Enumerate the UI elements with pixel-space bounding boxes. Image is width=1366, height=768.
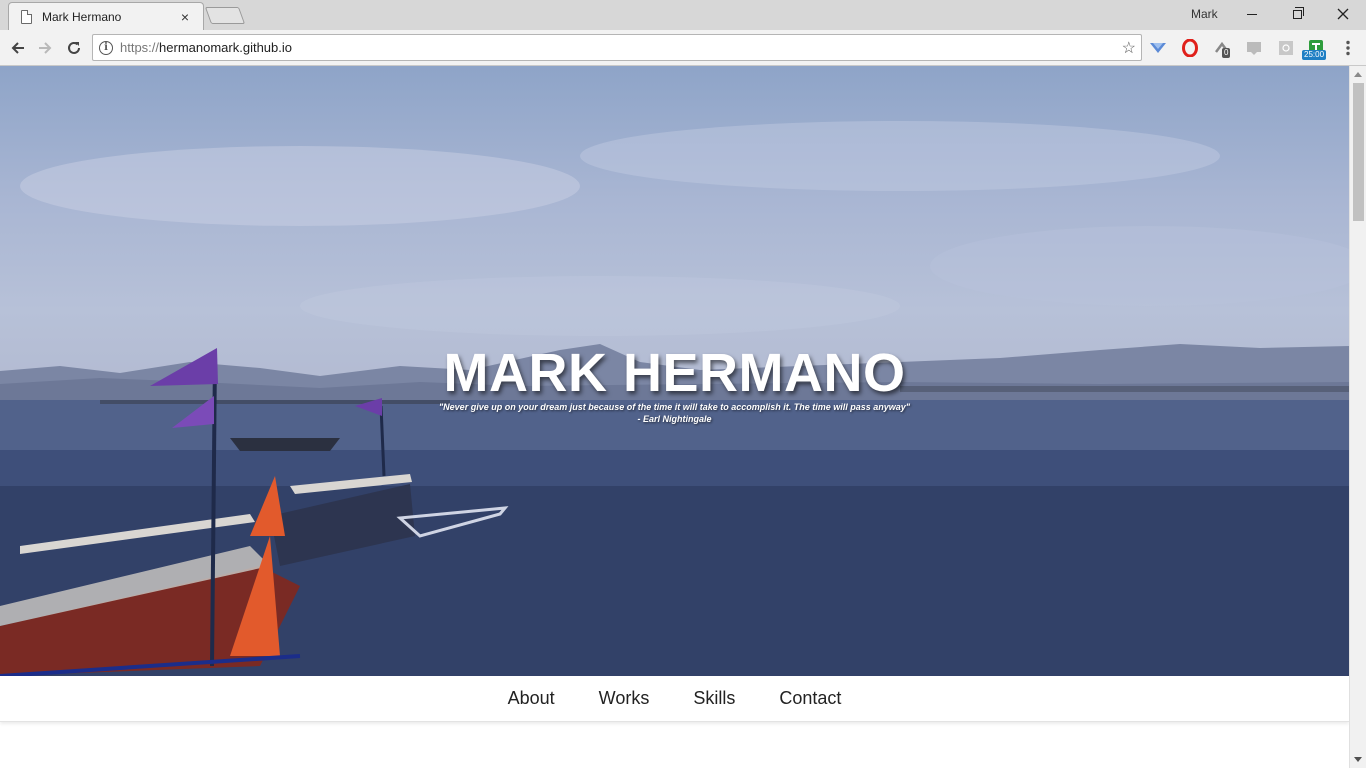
react-extension-icon[interactable] [1276,38,1296,58]
hero-quote: "Never give up on your dream just becaus… [438,402,911,412]
css-extension-icon[interactable] [1244,38,1264,58]
reload-button[interactable] [62,36,86,60]
arrow-left-icon [11,42,24,54]
timer-badge: 25:00 [1302,50,1327,60]
tab-title: Mark Hermano [42,9,122,24]
back-button[interactable] [6,36,30,60]
nav-link-skills[interactable]: Skills [693,688,735,709]
reload-icon [68,41,80,54]
bookmark-star-icon[interactable]: ☆ [1122,38,1136,58]
kebab-menu-icon [1346,40,1350,56]
opera-extension-icon[interactable] [1180,38,1200,58]
restore-button[interactable] [1287,4,1307,24]
vpn-extension-icon[interactable] [1148,38,1168,58]
scrollbar-thumb[interactable] [1353,83,1364,221]
hero-section: MARK HERMANO "Never give up on your drea… [0,66,1349,676]
forward-button[interactable] [33,36,57,60]
url-host: hermanomark.github.io [159,40,292,55]
sync-extension-icon[interactable]: 0 [1212,38,1232,58]
timer-extension-icon[interactable]: 25:00 [1302,38,1327,60]
nav-link-works[interactable]: Works [599,688,650,709]
page-viewport: MARK HERMANO "Never give up on your drea… [0,66,1349,768]
extension-badge: 0 [1222,48,1231,58]
new-tab-button[interactable] [204,7,246,24]
nav-link-contact[interactable]: Contact [779,688,841,709]
browser-tab[interactable]: Mark Hermano × [8,2,204,30]
minimize-button[interactable] [1242,4,1262,24]
window-close-button[interactable] [1333,4,1353,24]
arrow-right-icon [39,42,52,54]
scroll-up-arrow-icon[interactable] [1354,72,1362,77]
close-icon [1337,8,1349,20]
nav-link-about[interactable]: About [508,688,555,709]
hero-quote-author: - Earl Nightingale [637,414,712,424]
page-scrollbar[interactable] [1349,66,1366,768]
page-icon [21,9,32,24]
profile-name[interactable]: Mark [1191,7,1218,21]
url-text[interactable]: https://hermanomark.github.io [120,40,1122,55]
tab-close-icon[interactable]: × [177,9,193,25]
address-bar[interactable]: i https://hermanomark.github.io ☆ [92,34,1142,61]
scroll-down-arrow-icon[interactable] [1354,757,1362,762]
minimize-icon [1247,13,1257,15]
browser-titlebar: Mark Hermano × Mark [0,0,1366,30]
info-icon[interactable]: i [99,40,113,55]
menu-button[interactable] [1338,38,1358,58]
site-nav: About Works Skills Contact [0,676,1349,722]
restore-icon [1292,6,1304,19]
hero-name-heading: MARK HERMANO [443,343,906,403]
browser-toolbar: i https://hermanomark.github.io ☆ 0 25:0… [0,30,1366,66]
url-scheme: https:// [120,40,160,55]
